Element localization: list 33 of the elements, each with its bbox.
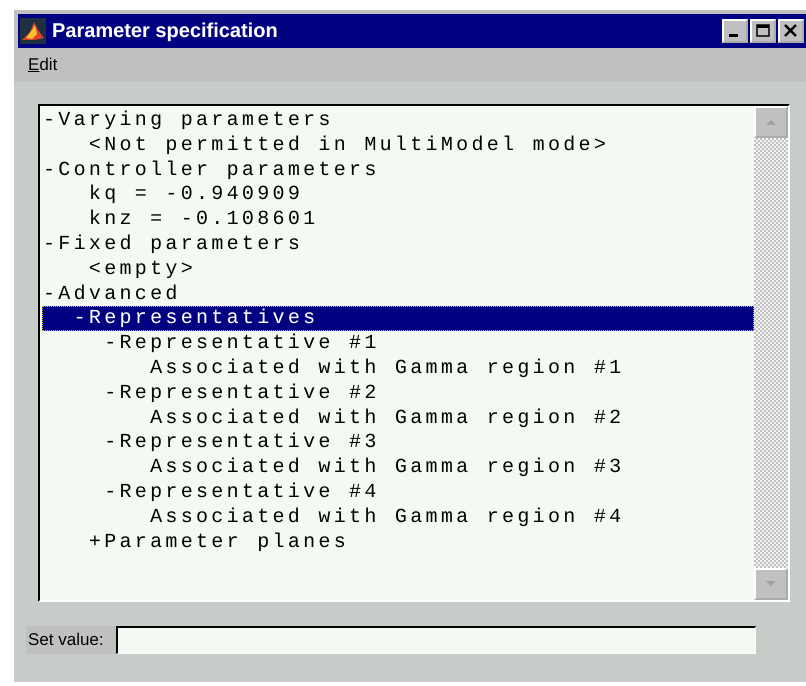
tree-item[interactable]: -Representatives <box>42 306 754 332</box>
tree-item[interactable]: knz = -0.108601 <box>42 207 754 232</box>
tree-item[interactable]: Associated with Gamma region #3 <box>42 455 754 480</box>
tree-item[interactable]: -Representative #3 <box>42 430 754 456</box>
tree-item[interactable]: <Not permitted in MultiModel mode> <box>42 132 754 158</box>
maximize-button[interactable] <box>750 19 776 43</box>
app-icon <box>20 18 46 44</box>
tree-item[interactable]: -Representative #4 <box>42 480 754 505</box>
minimize-icon <box>729 34 738 37</box>
tree-item[interactable]: Associated with Gamma region #2 <box>42 406 754 430</box>
up-arrow-icon <box>764 117 778 127</box>
minimize-button[interactable] <box>722 19 748 43</box>
tree-list[interactable] <box>38 104 790 602</box>
close-button[interactable] <box>778 19 804 43</box>
tree-item[interactable]: -Controller parameters <box>42 158 754 182</box>
window-title: Parameter specification <box>52 20 279 42</box>
scrollbar[interactable] <box>754 106 788 600</box>
set-value-label: Set value: <box>26 626 116 654</box>
tree-item[interactable]: -Fixed parameters <box>42 232 754 257</box>
scroll-up-button[interactable] <box>754 106 788 138</box>
tree-item[interactable]: -Varying parameters <box>42 108 754 133</box>
down-arrow-icon <box>764 579 778 589</box>
tree-item[interactable]: -Advanced <box>42 282 754 306</box>
tree-item[interactable]: Associated with Gamma region #4 <box>42 504 754 530</box>
tree-item[interactable]: Associated with Gamma region #1 <box>42 356 754 381</box>
tree-item[interactable]: -Representative #2 <box>42 380 754 406</box>
tree-item[interactable]: kq = -0.940909 <box>42 182 754 208</box>
scroll-down-button[interactable] <box>754 568 788 600</box>
tree-item[interactable]: <empty> <box>42 256 754 282</box>
set-value-field[interactable] <box>116 626 756 654</box>
tree-item[interactable]: +Parameter planes <box>42 530 754 554</box>
menu-item[interactable]: Edit <box>28 55 58 75</box>
tree-item[interactable]: -Representative #1 <box>42 331 754 356</box>
